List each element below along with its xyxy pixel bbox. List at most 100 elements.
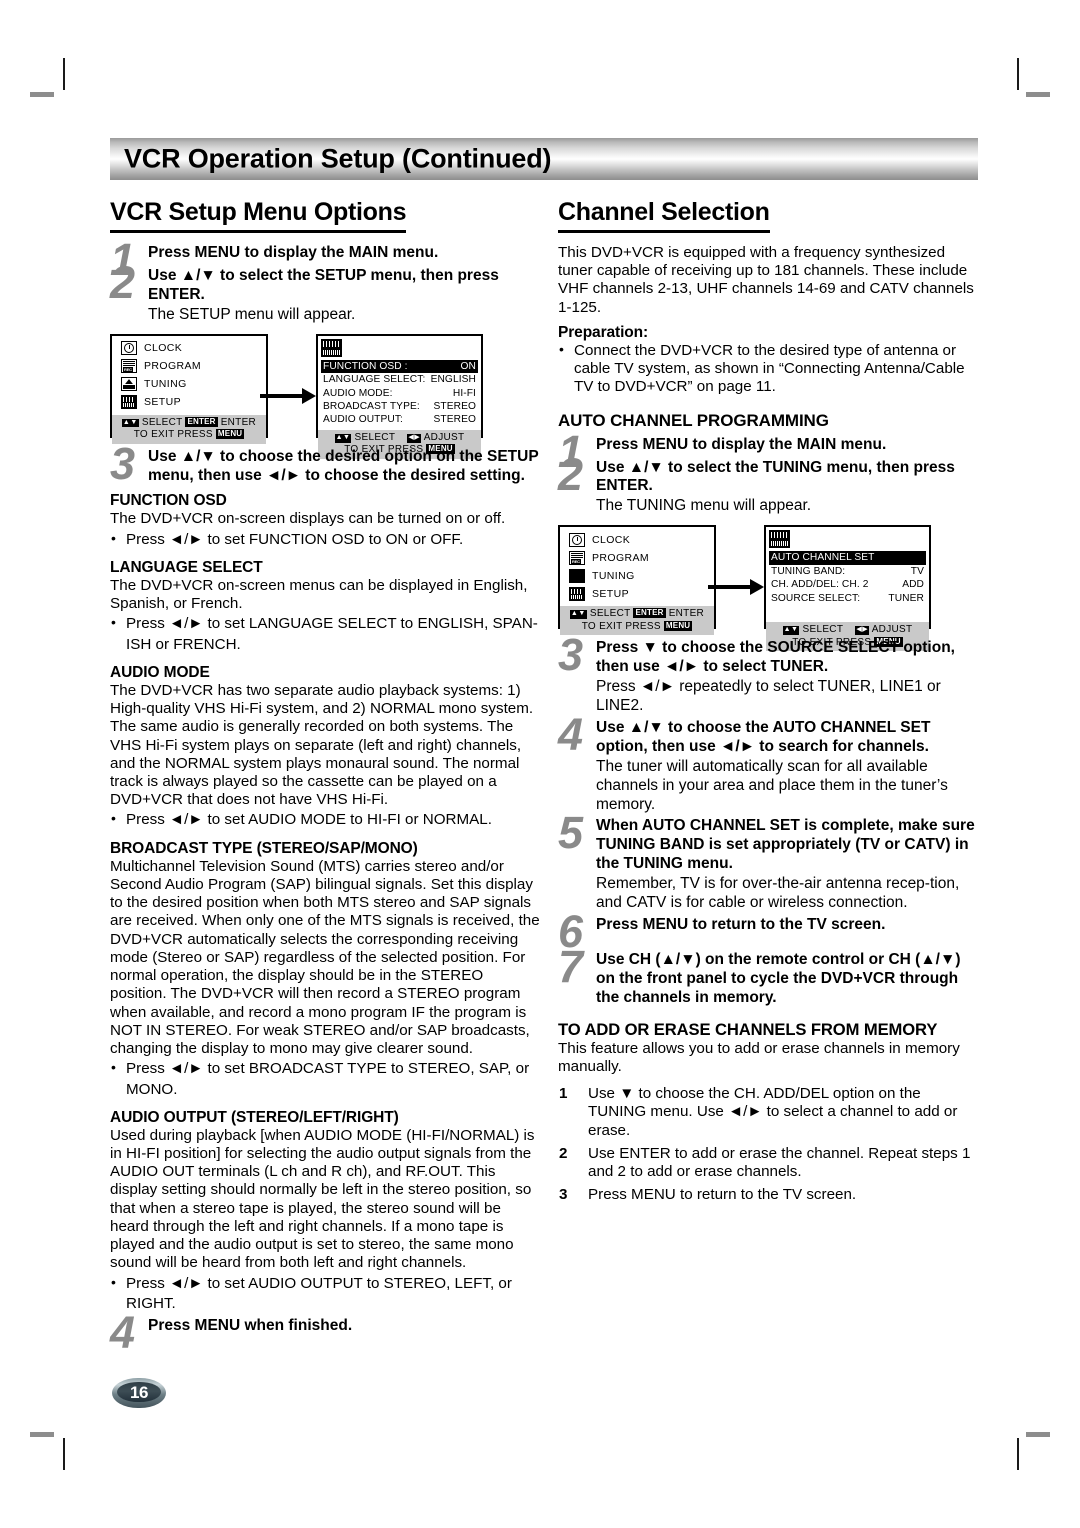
arrow-head-icon	[302, 387, 316, 404]
function-osd-body: The DVD+VCR on-screen displays can be tu…	[110, 510, 506, 528]
tuning-osd-figure: CLOCK PROGRAM TUNING SETUP	[558, 525, 978, 652]
step-subtext: Press ◄/► repeatedly to select TUNER, LI…	[596, 678, 941, 714]
step-text: Press MENU when finished.	[148, 1317, 353, 1335]
main-menu-osd-box: CLOCK PROGRAM TUNING SETUP	[110, 333, 268, 444]
list-text: Use ENTER to add or erase the channel. R…	[588, 1144, 971, 1180]
osd-menu-label: CLOCK	[592, 533, 631, 546]
list-number: 3	[559, 1186, 568, 1204]
updown-key-icon: ▲▼	[782, 626, 800, 635]
step-number: 2	[110, 256, 136, 308]
step-number: 3	[110, 437, 136, 489]
broadcast-type-heading: BROADCAST TYPE (STEREO/SAP/MONO)	[110, 839, 418, 857]
osd-hint-line-1: ▲▼ SELECT ENTER ENTER	[115, 416, 263, 430]
setup-icon	[121, 395, 137, 410]
osd-hint-line-1: ▲▼ SELECT ◀▶ ADJUST	[321, 432, 478, 445]
menu-key-icon: MENU	[215, 429, 245, 440]
step-subtext: The SETUP menu will appear.	[148, 305, 356, 323]
right-step-7: 7 Use CH (▲/▼) on the remote control or …	[558, 944, 978, 1008]
page-number: 16	[130, 1382, 148, 1402]
step-text: Press MENU to return to the TV screen.	[596, 915, 886, 933]
osd-menu-label: PROGRAM	[592, 551, 650, 564]
osd-detail-row: AUTO CHANNEL SET	[769, 551, 926, 565]
osd-menu-label: TUNING	[144, 378, 187, 391]
osd-menu-label: PROGRAM	[144, 360, 202, 373]
osd-detail-value: ENGLISH	[430, 374, 476, 386]
step-number: 5	[558, 807, 584, 859]
osd-detail-row: TUNING BAND: TV	[769, 565, 926, 578]
right-step-3: 3 Press ▼ to choose the SOURCE SELECT op…	[558, 632, 978, 716]
updown-key-icon: ▲▼	[121, 418, 139, 428]
osd-menu-item-setup: SETUP	[569, 585, 710, 602]
preparation-bullet: Connect the DVD+VCR to the desired type …	[558, 341, 978, 397]
osd-hint-select: SELECT	[141, 416, 183, 428]
tuning-detail-osd-box: AUTO CHANNEL SET TUNING BAND: TV CH. ADD…	[764, 525, 931, 652]
channel-selection-intro: This DVD+VCR is equipped with a frequenc…	[558, 244, 974, 316]
osd-detail-label: SOURCE SELECT:	[771, 592, 861, 604]
right-step-4: 4 Use ▲/▼ to choose the AUTO CHANNEL SET…	[558, 712, 978, 815]
osd-hint-bar: ▲▼ SELECT ENTER ENTER TO EXIT PRESS MENU	[560, 606, 714, 636]
osd-detail-value: STEREO	[433, 400, 476, 412]
crop-mark-bottom-left-horizontal	[30, 1432, 54, 1437]
arrow-head-icon	[750, 579, 764, 596]
osd-menu-item-tuning: TUNING	[121, 376, 262, 393]
enter-key-icon: ENTER	[185, 416, 218, 427]
left-step-1: 1 Press MENU to display the MAIN menu.	[110, 237, 540, 282]
manual-page: VCR Operation Setup (Continued) VCR Setu…	[110, 138, 978, 1388]
program-icon	[569, 550, 585, 565]
osd-detail-value: ADD	[902, 579, 924, 591]
audio-mode-heading: AUDIO MODE	[110, 663, 210, 681]
broadcast-type-bullet: Press ◄/► to set BROADCAST TYPE to STERE…	[110, 1059, 540, 1078]
osd-detail-value: STEREO	[433, 414, 476, 426]
step-number: 3	[558, 629, 584, 681]
audio-mode-bullet: Press ◄/► to set AUDIO MODE to HI-FI or …	[110, 810, 540, 829]
language-select-bullet-cont: ISH or FRENCH.	[126, 635, 241, 653]
audio-mode-body: The DVD+VCR has two separate audio playb…	[110, 681, 534, 809]
step-text: Use ▲/▼ to select the TUNING menu, then …	[596, 458, 955, 495]
step-subtext: Remember, TV is for over-the-air antenna…	[596, 875, 960, 912]
audio-output-heading: AUDIO OUTPUT (STEREO/LEFT/RIGHT)	[110, 1108, 399, 1126]
osd-menu-item-program: PROGRAM	[121, 358, 262, 375]
left-step-3: 3 Use ▲/▼ to choose the desired option o…	[110, 441, 540, 486]
column-gap	[540, 198, 558, 1340]
osd-detail-row: AUDIO MODE: HI-FI	[321, 387, 478, 400]
step-number: 2	[558, 448, 584, 500]
osd-detail-label: CH. ADD/DEL: CH. 2	[771, 579, 869, 591]
left-step-2: 2 Use ▲/▼ to select the SETUP menu, then…	[110, 260, 540, 325]
left-column: VCR Setup Menu Options 1 Press MENU to d…	[110, 198, 540, 1355]
osd-menu-item-tuning: TUNING	[569, 567, 710, 584]
osd-flow-arrow	[260, 334, 316, 438]
osd-detail-value: TUNER	[888, 592, 924, 604]
badge-inner: 16	[117, 1382, 161, 1402]
osd-menu-item-setup: SETUP	[121, 394, 262, 411]
setup-detail-osd-box: FUNCTION OSD : ON LANGUAGE SELECT: ENGLI…	[316, 333, 483, 459]
add-erase-step-2: 2 Use ENTER to add or erase the channel.…	[558, 1145, 978, 1181]
clock-icon	[569, 532, 585, 547]
osd-menu-item-program: PROGRAM	[569, 549, 710, 566]
crop-mark-top-left-vertical	[63, 58, 65, 90]
osd-detail-label: AUDIO OUTPUT:	[323, 414, 403, 426]
leftright-key-icon: ◀▶	[407, 433, 422, 443]
add-erase-step-1: 1 Use ▼ to choose the CH. ADD/DEL option…	[558, 1085, 978, 1140]
clock-icon	[121, 341, 137, 356]
osd-detail-value: TV	[910, 565, 924, 577]
audio-output-bullet-cont: RIGHT.	[126, 1294, 176, 1312]
crop-mark-bottom-right-vertical	[1017, 1438, 1019, 1470]
audio-output-body: Used during playback [when AUDIO MODE (H…	[110, 1126, 535, 1272]
osd-hint-exit: TO EXIT PRESS	[133, 429, 213, 441]
language-select-body: The DVD+VCR on-screen menus can be displ…	[110, 576, 528, 613]
crop-mark-top-right-horizontal	[1026, 92, 1050, 97]
osd-detail-row: FUNCTION OSD : ON	[321, 359, 478, 374]
step-subtext: The TUNING menu will appear.	[596, 497, 812, 515]
left-step-4: 4 Press MENU when finished.	[110, 1310, 540, 1355]
tuning-icon	[121, 377, 137, 392]
step-text: Use ▲/▼ to choose the AUTO CHANNEL SET o…	[596, 718, 931, 755]
add-erase-step-3: 3 Press MENU to return to the TV screen.	[558, 1186, 978, 1204]
right-step-1: 1 Press MENU to display the MAIN menu.	[558, 429, 978, 474]
step-number: 4	[110, 1307, 136, 1359]
list-text: Use ▼ to choose the CH. ADD/DEL option o…	[588, 1085, 958, 1139]
osd-hint-adjust: ADJUST	[423, 431, 465, 443]
osd-hint-line-1: ▲▼ SELECT ◀▶ ADJUST	[769, 624, 926, 637]
step-subtext: The tuner will automatically scan for al…	[596, 757, 948, 813]
osd-detail-row: AUDIO OUTPUT: STEREO	[321, 413, 478, 426]
osd-detail-label: BROADCAST TYPE:	[323, 400, 420, 412]
